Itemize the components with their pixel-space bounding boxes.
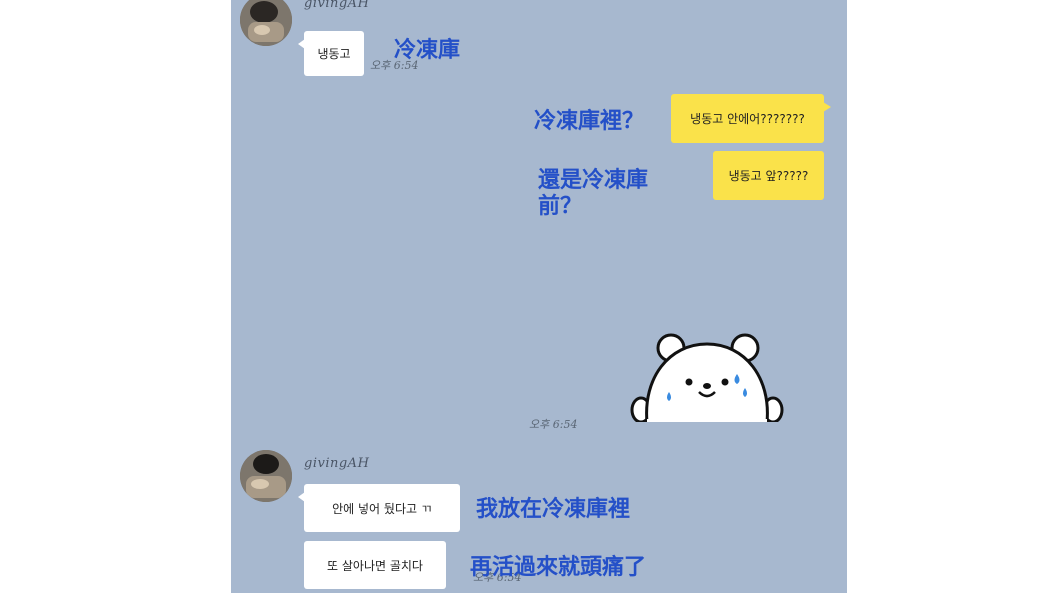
sender-avatar[interactable] — [240, 0, 292, 46]
annotation-put-in-freezer: 我放在冷凍庫裡 — [476, 497, 631, 522]
message-text: 안에 넣어 뒀다고 ㄲ — [332, 501, 432, 516]
outgoing-message-bubble[interactable]: 냉동고 안에어??????? — [671, 94, 831, 143]
sender-name: givingAH — [304, 0, 370, 11]
annotation-freezer: 冷凍庫 — [394, 38, 461, 63]
message-bubble[interactable]: 냉동고 — [298, 31, 364, 76]
message-bubble[interactable]: 안에 넣어 뒀다고 ㄲ — [298, 484, 460, 532]
annotation-front-line2: 前？ — [538, 194, 583, 219]
outgoing-message-text: 냉동고 안에어??????? — [690, 112, 805, 126]
annotation-front-line1: 還是冷凍庫 — [538, 168, 649, 193]
message-text: 또 살아나면 골치다 — [327, 558, 423, 573]
sticker-time: 오후 6:54 — [529, 418, 578, 431]
message-bubble[interactable]: 또 살아나면 골치다 — [304, 541, 446, 589]
sender-avatar[interactable] — [240, 450, 292, 502]
outgoing-message-bubble[interactable]: 냉동고 앞????? — [713, 151, 824, 200]
message-text: 냉동고 — [317, 47, 351, 61]
annotation-in-freezer-question: 冷凍庫裡？ — [534, 109, 645, 134]
annotation-headache: 再活過來就頭痛了 — [470, 555, 647, 580]
outgoing-message-text: 냉동고 앞????? — [728, 169, 809, 183]
bear-sticker-icon[interactable] — [629, 330, 785, 424]
sender-name: givingAH — [304, 456, 370, 471]
